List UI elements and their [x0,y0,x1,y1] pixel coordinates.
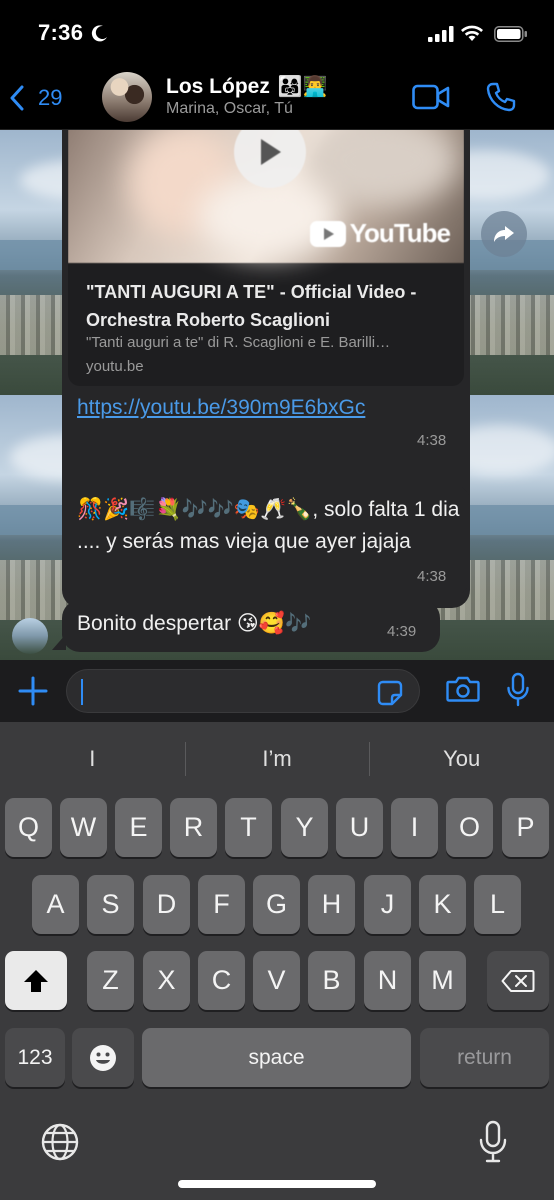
key-c[interactable]: C [198,951,245,1010]
emoji-key[interactable] [72,1028,134,1087]
key-p[interactable]: P [502,798,549,857]
message-text: Bonito despertar 😘🥰🎶 [77,612,312,635]
key-s[interactable]: S [87,875,134,934]
signal-icon [428,26,454,42]
youtube-icon [309,220,346,247]
group-members[interactable]: Marina, Oscar, Tú [166,100,293,118]
keyboard: I I’m You Q W E R T Y U I O P A S D F G … [0,722,554,1200]
key-q[interactable]: Q [5,798,52,857]
key-h[interactable]: H [308,875,355,934]
back-count: 29 [38,85,63,110]
dictation-icon[interactable] [478,1120,508,1164]
phone-call-icon[interactable] [486,82,516,112]
key-g[interactable]: G [253,875,300,934]
sticker-icon[interactable] [377,680,403,706]
status-time: 7:36 [38,20,84,45]
wifi-icon [461,25,483,41]
message-link[interactable]: https://youtu.be/390m9E6bxGc [77,396,365,420]
message-input[interactable] [66,669,420,713]
numbers-key[interactable]: 123 [5,1028,65,1087]
key-w[interactable]: W [60,798,107,857]
emoji-icon [90,1044,116,1071]
space-key[interactable]: space [142,1028,411,1087]
preview-description: "Tanti auguri a te" di R. Scaglioni e E.… [86,334,391,351]
key-a[interactable]: A [32,875,79,934]
suggestion-item[interactable]: I’m [184,736,370,782]
group-title[interactable]: Los López 👨‍👩‍👧👨‍💻 [166,74,328,99]
status-bar: 7:36 [0,0,554,66]
key-e[interactable]: E [115,798,162,857]
message-time: 4:39 [387,623,417,640]
camera-icon[interactable] [446,675,480,703]
key-x[interactable]: X [143,951,190,1010]
home-indicator[interactable] [178,1180,376,1188]
plus-icon[interactable] [18,676,48,706]
forward-icon [494,226,514,242]
input-bar [0,660,554,722]
moon-icon [91,25,107,42]
key-r[interactable]: R [170,798,217,857]
message-time: 4:38 [417,432,447,449]
key-l[interactable]: L [474,875,521,934]
key-o[interactable]: O [446,798,493,857]
youtube-logo: YouTube [309,218,451,249]
suggestion-item[interactable]: I [0,736,185,782]
message-bubble[interactable]: Bonito despertar 😘🥰🎶 4:39 [62,600,440,652]
group-name: Los López [166,75,270,98]
text-caret [81,679,83,705]
key-i[interactable]: I [391,798,438,857]
chat-area[interactable]: YouTube "TANTI AUGURI A TE" - Official V… [0,130,554,660]
chevron-left-icon [10,85,24,111]
youtube-label: YouTube [349,218,451,248]
back-button[interactable]: 29 [10,80,62,116]
sender-avatar[interactable] [12,618,48,654]
message-bubble[interactable]: 🎊🎉🎼💐🎶🎶🎭🥂🍾, solo falta 1 dia .... y serás… [62,484,470,596]
key-b[interactable]: B [308,951,355,1010]
play-icon [261,139,281,165]
key-d[interactable]: D [143,875,190,934]
key-j[interactable]: J [364,875,411,934]
message-time: 4:38 [417,568,447,585]
delete-key[interactable] [487,951,549,1010]
group-emoji: 👨‍👩‍👧👨‍💻 [277,76,328,98]
link-preview[interactable]: YouTube "TANTI AUGURI A TE" - Official V… [68,130,464,386]
key-k[interactable]: K [419,875,466,934]
battery-icon [494,26,527,42]
group-avatar[interactable] [102,72,152,122]
chat-header: 29 Los López 👨‍👩‍👧👨‍💻 Marina, Oscar, Tú [0,66,554,130]
shift-key[interactable] [5,951,67,1010]
key-u[interactable]: U [336,798,383,857]
preview-domain: youtu.be [86,358,144,375]
video-thumbnail[interactable]: YouTube [68,130,464,263]
backspace-icon [501,969,535,992]
key-t[interactable]: T [225,798,272,857]
preview-title: "TANTI AUGURI A TE" - Official Video - O… [86,282,417,330]
shift-icon [24,969,48,992]
video-call-icon[interactable] [412,84,450,110]
forward-button[interactable] [481,211,527,257]
key-v[interactable]: V [253,951,300,1010]
key-f[interactable]: F [198,875,245,934]
suggestion-bar: I I’m You [0,736,554,782]
key-m[interactable]: M [419,951,466,1010]
key-n[interactable]: N [364,951,411,1010]
key-z[interactable]: Z [87,951,134,1010]
globe-icon[interactable] [40,1122,80,1162]
return-key[interactable]: return [420,1028,549,1087]
microphone-icon[interactable] [506,672,530,708]
suggestion-item[interactable]: You [369,736,554,782]
message-text: 🎊🎉🎼💐🎶🎶🎭🥂🍾, solo falta 1 dia .... y serás… [77,498,460,553]
key-y[interactable]: Y [281,798,328,857]
